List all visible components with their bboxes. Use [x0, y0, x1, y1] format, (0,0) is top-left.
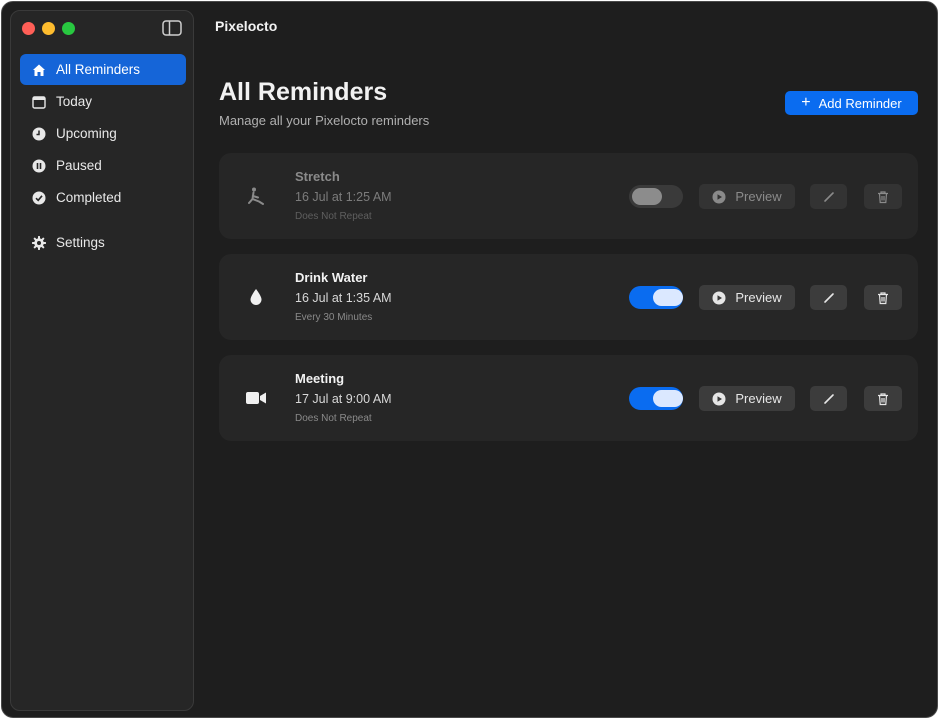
preview-label: Preview [735, 189, 782, 204]
sidebar-toggle-icon[interactable] [162, 20, 182, 36]
reminder-time: 16 Jul at 1:35 AM [295, 291, 392, 305]
sidebar-item-label: Completed [56, 190, 122, 205]
sidebar-item-label: Upcoming [56, 126, 117, 141]
reminder-repeat: Every 30 Minutes [295, 312, 373, 323]
sidebar-item-label: Today [56, 94, 93, 109]
clock-icon [31, 126, 47, 142]
add-reminder-button[interactable]: + Add Reminder [785, 91, 918, 115]
reminder-toggle[interactable] [629, 185, 683, 208]
sidebar-item-completed[interactable]: Completed [20, 182, 186, 213]
page-subtitle: Manage all your Pixelocto reminders [219, 113, 430, 128]
preview-label: Preview [735, 290, 782, 305]
preview-label: Preview [735, 391, 782, 406]
video-camera-icon [245, 387, 267, 409]
delete-button[interactable] [864, 184, 902, 209]
gear-icon [31, 235, 47, 251]
sidebar: All Reminders Today Upcoming Paused Comp… [10, 10, 194, 711]
reminder-name: Drink Water [295, 270, 368, 285]
play-icon [712, 392, 726, 406]
sidebar-item-label: Paused [56, 158, 102, 173]
sidebar-item-upcoming[interactable]: Upcoming [20, 118, 186, 149]
edit-button[interactable] [810, 184, 847, 209]
pencil-icon [823, 292, 835, 304]
play-icon [712, 190, 726, 204]
app-title: Pixelocto [215, 18, 278, 34]
preview-button[interactable]: Preview [699, 386, 795, 411]
checkmark-circle-icon [31, 190, 47, 206]
sidebar-item-label: Settings [56, 235, 105, 250]
trash-icon [876, 190, 890, 204]
plus-icon: + [801, 94, 811, 111]
water-drop-icon [245, 286, 267, 308]
app-window: All Reminders Today Upcoming Paused Comp… [1, 1, 938, 718]
reminder-card-meeting: Meeting 17 Jul at 9:00 AM Does Not Repea… [219, 355, 918, 441]
pause-icon [31, 158, 47, 174]
reminder-name: Stretch [295, 169, 340, 184]
toggle-knob [632, 188, 662, 205]
reminder-time: 16 Jul at 1:25 AM [295, 190, 392, 204]
sidebar-item-label: All Reminders [56, 62, 141, 77]
reminder-time: 17 Jul at 9:00 AM [295, 392, 392, 406]
delete-button[interactable] [864, 285, 902, 310]
house-icon [31, 62, 47, 78]
reminder-card-stretch: Stretch 16 Jul at 1:25 AM Does Not Repea… [219, 153, 918, 239]
reminder-card-drink-water: Drink Water 16 Jul at 1:35 AM Every 30 M… [219, 254, 918, 340]
toggle-knob [653, 289, 683, 306]
reminder-repeat: Does Not Repeat [295, 211, 372, 222]
close-window-button[interactable] [22, 22, 35, 35]
zoom-window-button[interactable] [62, 22, 75, 35]
reminder-name: Meeting [295, 371, 345, 386]
sidebar-item-paused[interactable]: Paused [20, 150, 186, 181]
edit-button[interactable] [810, 386, 847, 411]
sidebar-item-settings[interactable]: Settings [20, 227, 186, 258]
toggle-knob [653, 390, 683, 407]
edit-button[interactable] [810, 285, 847, 310]
reminder-toggle[interactable] [629, 387, 683, 410]
stretch-icon [245, 185, 267, 207]
sidebar-item-all-reminders[interactable]: All Reminders [20, 54, 186, 85]
calendar-icon [31, 94, 47, 110]
page-title: All Reminders [219, 78, 388, 106]
minimize-window-button[interactable] [42, 22, 55, 35]
add-reminder-label: Add Reminder [818, 95, 902, 111]
pencil-icon [823, 393, 835, 405]
preview-button[interactable]: Preview [699, 285, 795, 310]
sidebar-item-today[interactable]: Today [20, 86, 186, 117]
play-icon [712, 291, 726, 305]
trash-icon [876, 392, 890, 406]
pencil-icon [823, 191, 835, 203]
trash-icon [876, 291, 890, 305]
delete-button[interactable] [864, 386, 902, 411]
reminder-toggle[interactable] [629, 286, 683, 309]
reminder-repeat: Does Not Repeat [295, 413, 372, 424]
preview-button[interactable]: Preview [699, 184, 795, 209]
